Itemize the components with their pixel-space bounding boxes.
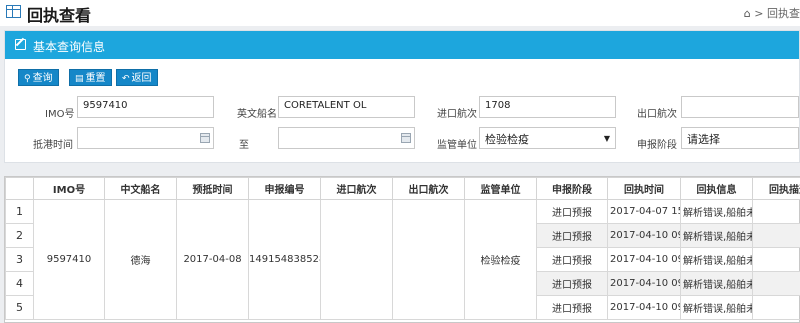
receipt-time-cell: 2017-04-10 09 (607, 295, 681, 320)
in-voyage-input[interactable]: 1708 (479, 96, 616, 118)
row-number: 1 (5, 199, 34, 224)
column-header-receipt-time[interactable]: 回执时间 (607, 177, 681, 200)
imo-input[interactable]: 9597410 (77, 96, 214, 118)
receipt-time-cell: 2017-04-07 15 (607, 199, 681, 224)
cn-name-cell: 德海 (104, 199, 177, 320)
receipt-info-cell: 解析错误,船舶未备 (680, 271, 753, 296)
stage-cell: 进口预报 (536, 295, 608, 320)
receipt-time-cell: 2017-04-10 09 (607, 247, 681, 272)
breadcrumb-separator: > (754, 7, 767, 20)
column-header-in-voyage[interactable]: 进口航次 (320, 177, 393, 200)
supervise-select[interactable]: 检验检疫 ▼ (479, 127, 616, 149)
stage-cell: 进口预报 (536, 199, 608, 224)
stage-select[interactable]: 请选择 (681, 127, 799, 149)
stage-cell: 进口预报 (536, 271, 608, 296)
receipt-desc-cell (752, 247, 800, 272)
content-area: 基本查询信息 ⚲ 查询 ▤ 重置 ↶ 返回 IMO号 9597410 英文船名 COR… (0, 26, 800, 323)
in-voyage-cell (320, 199, 393, 320)
receipt-desc-cell (752, 199, 800, 224)
search-icon: ⚲ (24, 74, 31, 84)
row-number: 3 (5, 247, 34, 272)
breadcrumb-current[interactable]: 回执查 (767, 7, 800, 20)
result-table: IMO号 中文船名 预抵时间 申报编号 进口航次 出口航次 监管单位 申报阶段 … (5, 177, 800, 320)
column-header-receipt-desc[interactable]: 回执描述 (752, 177, 800, 200)
home-icon[interactable]: ⌂ (744, 7, 751, 20)
back-icon: ↶ (122, 74, 130, 84)
receipt-desc-cell (752, 295, 800, 320)
result-grid: IMO号 中文船名 预抵时间 申报编号 进口航次 出口航次 监管单位 申报阶段 … (4, 176, 800, 323)
arrival-end-input[interactable] (278, 127, 415, 149)
calendar-icon[interactable] (200, 133, 210, 143)
receipt-desc-cell (752, 271, 800, 296)
table-row[interactable]: 1 9597410 德海 2017-04-08 149154838528 检验检… (5, 199, 800, 320)
save-icon: ▤ (75, 74, 84, 84)
en-name-input[interactable]: CORETALENT OL (278, 96, 415, 118)
in-voyage-label: 进口航次 (437, 109, 477, 120)
to-label: 至 (239, 140, 249, 151)
column-header-decl-no[interactable]: 申报编号 (248, 177, 321, 200)
column-header-imo[interactable]: IMO号 (33, 177, 105, 200)
stage-label: 申报阶段 (637, 140, 677, 151)
receipt-desc-cell (752, 223, 800, 248)
title-bar: 回执查看 ⌂ > 回执查 (0, 0, 800, 26)
page-title: 回执查看 (27, 6, 92, 25)
calendar-icon[interactable] (401, 133, 411, 143)
row-number: 4 (5, 271, 34, 296)
column-header-cn-name[interactable]: 中文船名 (104, 177, 177, 200)
table-icon (6, 5, 21, 18)
receipt-info-cell: 解析错误,船舶未备 (680, 199, 753, 224)
column-header (5, 177, 34, 200)
supervise-cell: 检验检疫 (464, 199, 537, 320)
reset-button[interactable]: ▤ 重置 (69, 69, 112, 86)
column-header-receipt-info[interactable]: 回执信息 (680, 177, 753, 200)
receipt-time-cell: 2017-04-10 09 (607, 271, 681, 296)
receipt-info-cell: 解析错误,船舶未备 (680, 247, 753, 272)
row-number: 5 (5, 295, 34, 320)
column-header-stage[interactable]: 申报阶段 (536, 177, 608, 200)
arrival-start-input[interactable] (77, 127, 214, 149)
receipt-info-cell: 解析错误,船舶未备 (680, 223, 753, 248)
receipt-info-cell: 解析错误,船舶未备 (680, 295, 753, 320)
edit-icon (15, 39, 26, 50)
out-voyage-cell (392, 199, 465, 320)
eta-cell: 2017-04-08 (176, 199, 249, 320)
stage-cell: 进口预报 (536, 247, 608, 272)
arrival-time-label: 抵港时间 (33, 140, 73, 151)
decl-no-cell: 149154838528 (248, 199, 321, 320)
imo-cell: 9597410 (33, 199, 105, 320)
search-panel-header: 基本查询信息 (5, 31, 799, 59)
imo-label: IMO号 (45, 109, 75, 120)
out-voyage-input[interactable] (681, 96, 799, 118)
search-panel: 基本查询信息 ⚲ 查询 ▤ 重置 ↶ 返回 IMO号 9597410 英文船名 COR… (4, 30, 800, 163)
breadcrumb: ⌂ > 回执查 (744, 5, 800, 21)
out-voyage-label: 出口航次 (637, 109, 677, 120)
column-header-out-voyage[interactable]: 出口航次 (392, 177, 465, 200)
en-name-label: 英文船名 (237, 109, 277, 120)
back-button[interactable]: ↶ 返回 (116, 69, 158, 86)
dropdown-arrow-icon: ▼ (603, 134, 610, 143)
search-panel-title: 基本查询信息 (33, 40, 106, 54)
column-header-supervise[interactable]: 监管单位 (464, 177, 537, 200)
receipt-time-cell: 2017-04-10 09 (607, 223, 681, 248)
supervise-label: 监管单位 (437, 140, 477, 151)
column-header-eta[interactable]: 预抵时间 (176, 177, 249, 200)
query-button[interactable]: ⚲ 查询 (18, 69, 59, 86)
table-header-row: IMO号 中文船名 预抵时间 申报编号 进口航次 出口航次 监管单位 申报阶段 … (5, 177, 800, 200)
row-number: 2 (5, 223, 34, 248)
stage-cell: 进口预报 (536, 223, 608, 248)
